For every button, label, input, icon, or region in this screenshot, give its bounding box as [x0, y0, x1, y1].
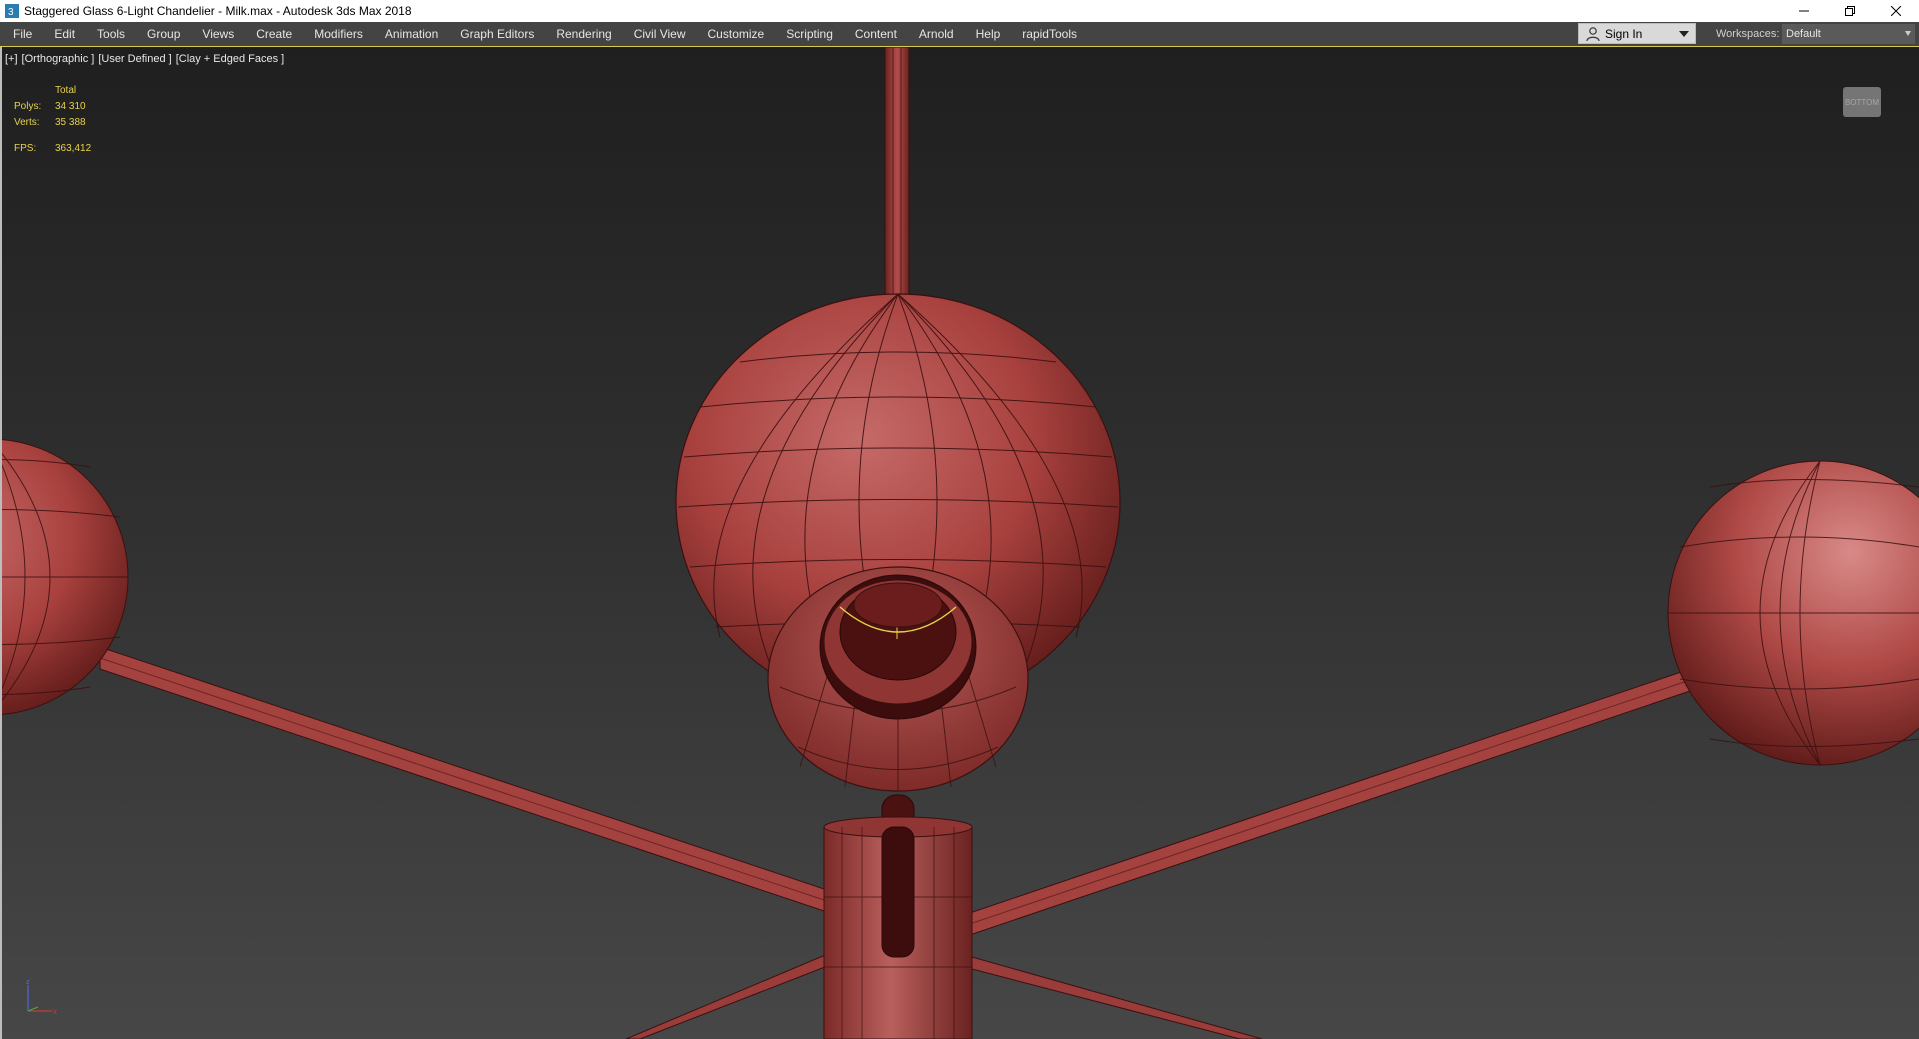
user-icon [1586, 26, 1600, 41]
polys-label: Polys: [14, 101, 42, 112]
sign-in-label: Sign In [1605, 26, 1643, 41]
viewcube[interactable]: BOTTOM [1843, 87, 1881, 117]
chevron-down-icon [1679, 31, 1689, 37]
menu-scripting[interactable]: Scripting [775, 22, 844, 46]
workspaces-value: Default [1786, 28, 1821, 40]
menu-modifiers[interactable]: Modifiers [303, 22, 374, 46]
menu-customize[interactable]: Customize [697, 22, 776, 46]
menu-file[interactable]: File [0, 22, 43, 46]
workspaces-label: Workspaces: [1716, 28, 1780, 40]
verts-value: 35 388 [55, 117, 86, 128]
menu-content[interactable]: Content [844, 22, 908, 46]
workspaces-select[interactable]: Default [1782, 24, 1915, 44]
polys-value: 34 310 [55, 101, 86, 112]
viewport-border [0, 47, 2, 1039]
axis-tripod-icon: z x [26, 978, 57, 1016]
menu-animation[interactable]: Animation [374, 22, 449, 46]
minimize-icon[interactable] [1781, 0, 1827, 22]
menu-help[interactable]: Help [965, 22, 1012, 46]
viewport-label[interactable]: [+] [Orthographic ] [User Defined ] [Clay +… [5, 53, 288, 65]
viewcube-face-label: BOTTOM [1844, 97, 1880, 107]
statistics-overlay: Total Polys: 34 310 Verts: 35 388 FPS: 363,… [14, 83, 91, 157]
3dsmax-app-icon[interactable]: 3 [4, 3, 20, 19]
fps-label: FPS: [14, 143, 37, 154]
chevron-down-icon [1905, 31, 1911, 36]
menu-group[interactable]: Group [136, 22, 191, 46]
viewport-view-label[interactable]: [Orthographic ] [22, 53, 95, 65]
stats-header: Total [55, 85, 77, 96]
svg-text:z: z [26, 978, 30, 986]
viewport-menu-label[interactable]: [+] [5, 53, 18, 65]
viewport-shading-label[interactable]: [Clay + Edged Faces ] [176, 53, 285, 65]
title-bar: 3 Staggered Glass 6-Light Chandelier - M… [0, 0, 1919, 22]
close-icon[interactable] [1873, 0, 1919, 22]
menu-rapidtools[interactable]: rapidTools [1011, 22, 1088, 46]
menu-views[interactable]: Views [191, 22, 245, 46]
menu-graph-editors[interactable]: Graph Editors [449, 22, 545, 46]
menu-edit[interactable]: Edit [43, 22, 86, 46]
svg-text:x: x [53, 1008, 57, 1016]
menu-arnold[interactable]: Arnold [908, 22, 965, 46]
sign-in-dropdown[interactable]: Sign In [1578, 23, 1696, 44]
verts-label: Verts: [14, 117, 40, 128]
menu-rendering[interactable]: Rendering [545, 22, 622, 46]
window-title: Staggered Glass 6-Light Chandelier - Mil… [24, 4, 412, 18]
svg-text:3: 3 [8, 7, 14, 18]
orthographic-viewport[interactable]: [+] [Orthographic ] [User Defined ] [Clay +… [0, 47, 1919, 1039]
chandelier-model[interactable] [0, 47, 1919, 1039]
menu-civil-view[interactable]: Civil View [623, 22, 697, 46]
menu-create[interactable]: Create [245, 22, 303, 46]
menu-tools[interactable]: Tools [86, 22, 136, 46]
viewport-user-label[interactable]: [User Defined ] [98, 53, 171, 65]
restore-icon[interactable] [1827, 0, 1873, 22]
fps-value: 363,412 [55, 143, 92, 154]
